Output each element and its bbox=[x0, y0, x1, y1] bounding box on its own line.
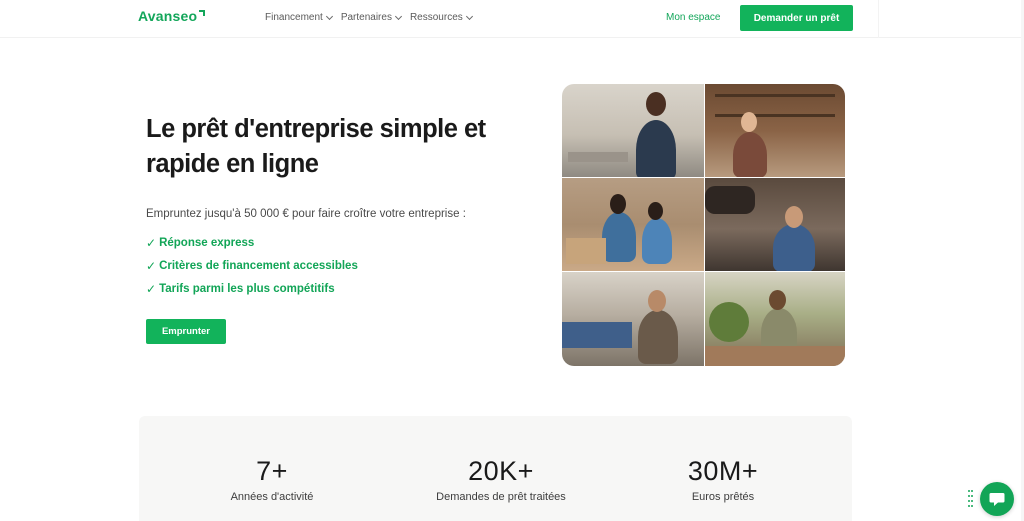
site-header: Avanseo Financement Partenaires Ressourc… bbox=[0, 0, 1024, 38]
benefit-item: ✓ Réponse express bbox=[146, 231, 358, 254]
stat-label: Demandes de prêt traitées bbox=[436, 491, 566, 503]
benefit-text: Réponse express bbox=[159, 236, 255, 249]
benefit-item: ✓ Critères de financement accessibles bbox=[146, 254, 358, 277]
nav-item-label: Ressources bbox=[409, 12, 463, 23]
chevron-down-icon bbox=[465, 12, 473, 20]
brand-logo-text: Avanseo bbox=[138, 8, 198, 24]
benefit-text: Critères de financement accessibles bbox=[159, 259, 358, 272]
nav-item-label: Financement bbox=[265, 12, 323, 23]
chevron-down-icon bbox=[325, 12, 333, 20]
logo-mark-icon bbox=[199, 10, 206, 16]
account-link[interactable]: Mon espace bbox=[666, 12, 720, 23]
photo-shelves-owner bbox=[705, 84, 845, 177]
chevron-down-icon bbox=[394, 12, 402, 20]
photo-florist bbox=[705, 272, 845, 366]
benefit-text: Tarifs parmi les plus compétitifs bbox=[159, 282, 335, 295]
stat-requests: 20K+ Demandes de prêt traitées bbox=[401, 456, 601, 503]
chat-bubble-icon[interactable] bbox=[980, 482, 1014, 516]
nav-item-financement[interactable]: Financement bbox=[265, 12, 333, 23]
stat-value: 30M+ bbox=[687, 456, 759, 486]
stat-value: 7+ bbox=[256, 456, 288, 486]
nav-item-partenaires[interactable]: Partenaires bbox=[340, 12, 402, 23]
request-loan-button[interactable]: Demander un prêt bbox=[740, 5, 853, 31]
chat-bubble-glyph bbox=[989, 492, 1005, 506]
photo-garage-mechanic bbox=[705, 178, 845, 271]
checkmark-icon: ✓ bbox=[146, 281, 157, 296]
photo-warehouse-team bbox=[562, 178, 704, 271]
nav-item-label: Partenaires bbox=[340, 12, 392, 23]
hero-title: Le prêt d'entreprise simple et rapide en… bbox=[146, 115, 486, 178]
main-nav: Financement Partenaires Ressources bbox=[265, 12, 473, 23]
brand-logo[interactable]: Avanseo bbox=[138, 8, 206, 24]
nav-item-ressources[interactable]: Ressources bbox=[409, 12, 473, 23]
borrow-button[interactable]: Emprunter bbox=[146, 319, 226, 344]
checkmark-icon: ✓ bbox=[146, 235, 157, 250]
stat-label: Euros prêtés bbox=[691, 491, 755, 503]
checkmark-icon: ✓ bbox=[146, 258, 157, 273]
hero-subtitle: Empruntez jusqu'à 50 000 € pour faire cr… bbox=[146, 208, 466, 220]
stat-value: 20K+ bbox=[468, 456, 534, 486]
benefit-item: ✓ Tarifs parmi les plus compétitifs bbox=[146, 277, 358, 300]
chat-handle-icon[interactable] bbox=[968, 490, 974, 508]
photo-shop-owner bbox=[562, 84, 704, 177]
entrepreneurs-photo-collage bbox=[562, 84, 845, 366]
stat-label: Années d'activité bbox=[230, 491, 314, 503]
stats-section: 7+ Années d'activité 20K+ Demandes de pr… bbox=[139, 416, 852, 521]
benefits-list: ✓ Réponse express ✓ Critères de financem… bbox=[146, 231, 358, 300]
stat-euros: 30M+ Euros prêtés bbox=[623, 456, 823, 503]
header-divider bbox=[878, 0, 879, 38]
stat-years: 7+ Années d'activité bbox=[172, 456, 372, 503]
photo-workshop-craftsman bbox=[562, 272, 704, 366]
